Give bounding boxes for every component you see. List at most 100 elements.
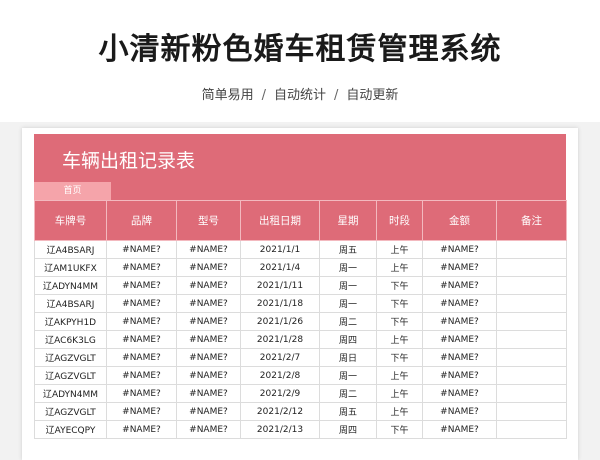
cell-amount[interactable]: #NAME?: [422, 294, 497, 313]
cell-rental-date[interactable]: 2021/1/11: [240, 276, 320, 295]
cell-brand[interactable]: #NAME?: [106, 348, 177, 367]
column-header-time-slot[interactable]: 时段: [376, 200, 423, 241]
cell-model[interactable]: #NAME?: [176, 258, 241, 277]
cell-model[interactable]: #NAME?: [176, 348, 241, 367]
cell-notes[interactable]: [496, 258, 567, 277]
cell-time-slot[interactable]: 上午: [376, 330, 423, 349]
cell-plate[interactable]: 辽AGZVGLT: [34, 348, 107, 367]
cell-amount[interactable]: #NAME?: [422, 384, 497, 403]
cell-amount[interactable]: #NAME?: [422, 276, 497, 295]
cell-brand[interactable]: #NAME?: [106, 402, 177, 421]
cell-model[interactable]: #NAME?: [176, 366, 241, 385]
column-header-amount[interactable]: 金额: [422, 200, 497, 241]
cell-model[interactable]: #NAME?: [176, 312, 241, 331]
cell-plate[interactable]: 辽A4BSARJ: [34, 294, 107, 313]
table-row: 辽AGZVGLT #NAME? #NAME? 2021/2/8 周一 上午 #NAME?: [34, 366, 567, 385]
cell-model[interactable]: #NAME?: [176, 330, 241, 349]
cell-amount[interactable]: #NAME?: [422, 348, 497, 367]
cell-weekday[interactable]: 周一: [319, 366, 377, 385]
subtitle-separator: /: [334, 88, 339, 103]
cell-time-slot[interactable]: 上午: [376, 240, 423, 259]
cell-model[interactable]: #NAME?: [176, 294, 241, 313]
cell-weekday[interactable]: 周二: [319, 312, 377, 331]
cell-plate[interactable]: 辽AGZVGLT: [34, 366, 107, 385]
column-header-weekday[interactable]: 星期: [319, 200, 377, 241]
cell-time-slot[interactable]: 上午: [376, 384, 423, 403]
column-header-notes[interactable]: 备注: [496, 200, 567, 241]
cell-notes[interactable]: [496, 348, 567, 367]
cell-amount[interactable]: #NAME?: [422, 366, 497, 385]
column-header-model[interactable]: 型号: [176, 200, 241, 241]
cell-notes[interactable]: [496, 402, 567, 421]
cell-brand[interactable]: #NAME?: [106, 294, 177, 313]
cell-plate[interactable]: 辽AM1UKFX: [34, 258, 107, 277]
cell-amount[interactable]: #NAME?: [422, 330, 497, 349]
cell-rental-date[interactable]: 2021/1/18: [240, 294, 320, 313]
cell-time-slot[interactable]: 下午: [376, 348, 423, 367]
cell-rental-date[interactable]: 2021/2/8: [240, 366, 320, 385]
cell-notes[interactable]: [496, 294, 567, 313]
cell-plate[interactable]: 辽ADYN4MM: [34, 276, 107, 295]
cell-brand[interactable]: #NAME?: [106, 258, 177, 277]
column-header-brand[interactable]: 品牌: [106, 200, 177, 241]
cell-brand[interactable]: #NAME?: [106, 276, 177, 295]
cell-brand[interactable]: #NAME?: [106, 312, 177, 331]
cell-brand[interactable]: #NAME?: [106, 420, 177, 439]
cell-time-slot[interactable]: 下午: [376, 312, 423, 331]
cell-weekday[interactable]: 周一: [319, 294, 377, 313]
cell-notes[interactable]: [496, 330, 567, 349]
cell-amount[interactable]: #NAME?: [422, 420, 497, 439]
cell-rental-date[interactable]: 2021/1/26: [240, 312, 320, 331]
cell-notes[interactable]: [496, 384, 567, 403]
cell-brand[interactable]: #NAME?: [106, 330, 177, 349]
cell-weekday[interactable]: 周四: [319, 420, 377, 439]
cell-amount[interactable]: #NAME?: [422, 402, 497, 421]
cell-model[interactable]: #NAME?: [176, 384, 241, 403]
cell-weekday[interactable]: 周日: [319, 348, 377, 367]
column-header-plate[interactable]: 车牌号: [34, 200, 107, 241]
cell-rental-date[interactable]: 2021/2/9: [240, 384, 320, 403]
column-header-rental-date[interactable]: 出租日期: [240, 200, 320, 241]
cell-rental-date[interactable]: 2021/2/12: [240, 402, 320, 421]
cell-model[interactable]: #NAME?: [176, 420, 241, 439]
cell-weekday[interactable]: 周五: [319, 402, 377, 421]
cell-weekday[interactable]: 周五: [319, 240, 377, 259]
cell-time-slot[interactable]: 下午: [376, 420, 423, 439]
cell-notes[interactable]: [496, 420, 567, 439]
cell-plate[interactable]: 辽AKPYH1D: [34, 312, 107, 331]
cell-weekday[interactable]: 周四: [319, 330, 377, 349]
cell-brand[interactable]: #NAME?: [106, 384, 177, 403]
cell-model[interactable]: #NAME?: [176, 276, 241, 295]
cell-amount[interactable]: #NAME?: [422, 240, 497, 259]
cell-time-slot[interactable]: 下午: [376, 276, 423, 295]
cell-time-slot[interactable]: 上午: [376, 258, 423, 277]
cell-notes[interactable]: [496, 312, 567, 331]
cell-plate[interactable]: 辽AC6K3LG: [34, 330, 107, 349]
cell-model[interactable]: #NAME?: [176, 402, 241, 421]
cell-notes[interactable]: [496, 240, 567, 259]
cell-plate[interactable]: 辽A4BSARJ: [34, 240, 107, 259]
cell-rental-date[interactable]: 2021/1/28: [240, 330, 320, 349]
table-row: 辽AGZVGLT #NAME? #NAME? 2021/2/12 周五 上午 #NAME?: [34, 402, 567, 421]
cell-rental-date[interactable]: 2021/1/4: [240, 258, 320, 277]
cell-amount[interactable]: #NAME?: [422, 258, 497, 277]
cell-brand[interactable]: #NAME?: [106, 366, 177, 385]
cell-plate[interactable]: 辽AGZVGLT: [34, 402, 107, 421]
cell-rental-date[interactable]: 2021/2/7: [240, 348, 320, 367]
cell-notes[interactable]: [496, 276, 567, 295]
cell-weekday[interactable]: 周一: [319, 276, 377, 295]
cell-amount[interactable]: #NAME?: [422, 312, 497, 331]
tab-home[interactable]: 首页: [34, 182, 111, 200]
cell-time-slot[interactable]: 下午: [376, 294, 423, 313]
cell-time-slot[interactable]: 上午: [376, 366, 423, 385]
cell-rental-date[interactable]: 2021/2/13: [240, 420, 320, 439]
cell-weekday[interactable]: 周二: [319, 384, 377, 403]
cell-weekday[interactable]: 周一: [319, 258, 377, 277]
cell-rental-date[interactable]: 2021/1/1: [240, 240, 320, 259]
cell-notes[interactable]: [496, 366, 567, 385]
cell-model[interactable]: #NAME?: [176, 240, 241, 259]
cell-time-slot[interactable]: 上午: [376, 402, 423, 421]
cell-plate[interactable]: 辽ADYN4MM: [34, 384, 107, 403]
cell-brand[interactable]: #NAME?: [106, 240, 177, 259]
cell-plate[interactable]: 辽AYECQPY: [34, 420, 107, 439]
